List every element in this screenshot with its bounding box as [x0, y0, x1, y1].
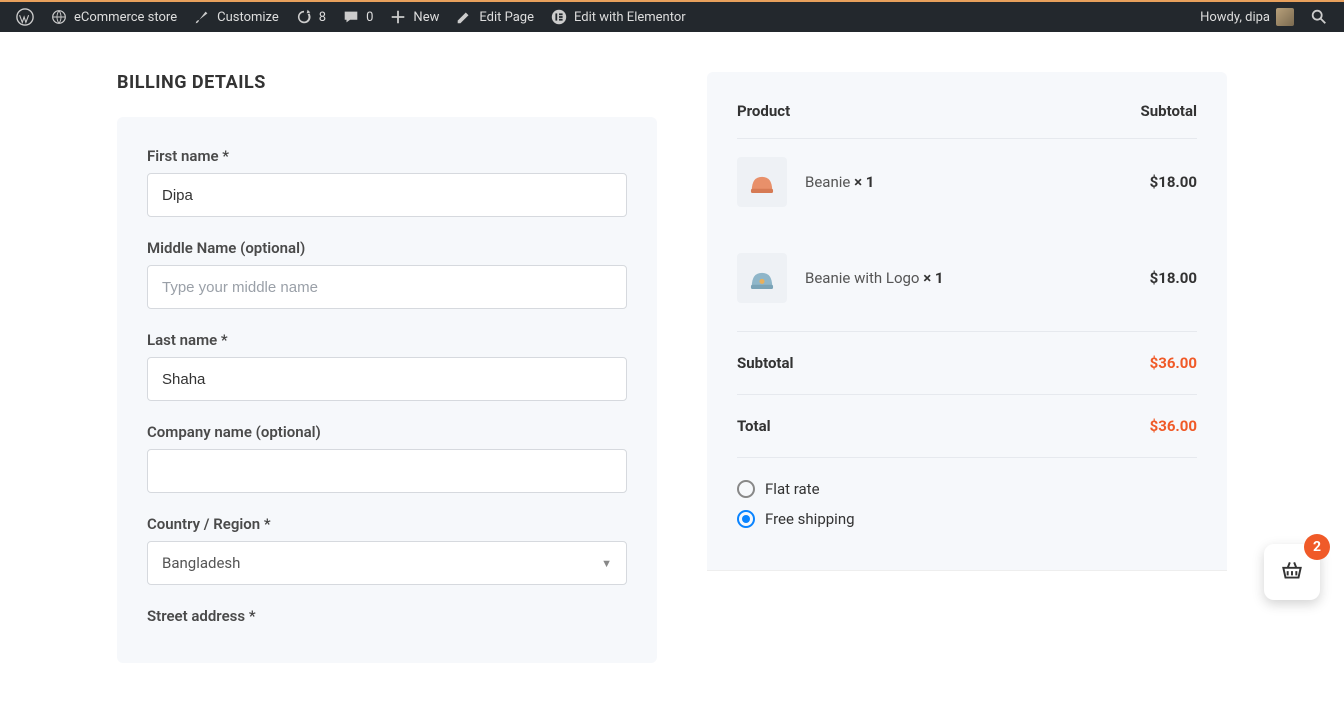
new-link[interactable]: New	[381, 1, 447, 33]
first-name-input[interactable]	[147, 173, 627, 217]
billing-title: BILLING DETAILS	[117, 72, 657, 93]
total-value: $36.00	[1150, 417, 1197, 435]
country-value: Bangladesh	[162, 554, 240, 572]
basket-icon	[1279, 557, 1305, 587]
site-name-text: eCommerce store	[74, 10, 177, 25]
avatar-icon	[1276, 8, 1294, 26]
user-greeting[interactable]: Howdy, dipa	[1192, 1, 1302, 33]
shipping-options: Flat rate Free shipping	[737, 457, 1197, 528]
product-thumb	[737, 157, 787, 207]
subtotal-value: $36.00	[1150, 354, 1197, 372]
middle-name-input[interactable]	[147, 265, 627, 309]
search-icon	[1310, 8, 1328, 26]
field-last-name: Last name *	[147, 331, 627, 401]
wp-logo[interactable]	[8, 1, 42, 33]
customize-link[interactable]: Customize	[185, 1, 287, 33]
wp-admin-bar: eCommerce store Customize 8 0 New Edit P…	[0, 0, 1344, 32]
country-select[interactable]: Bangladesh ▼	[147, 541, 627, 585]
edit-page-link[interactable]: Edit Page	[447, 1, 542, 33]
country-label: Country / Region *	[147, 515, 627, 533]
greeting-text: Howdy, dipa	[1200, 10, 1270, 25]
comment-icon	[342, 8, 360, 26]
updates-link[interactable]: 8	[287, 1, 334, 33]
product-price: $18.00	[1150, 269, 1197, 287]
plus-icon	[389, 8, 407, 26]
updates-count: 8	[319, 10, 326, 25]
field-company: Company name (optional)	[147, 423, 627, 493]
floating-cart-button[interactable]: 2	[1264, 544, 1320, 600]
field-street: Street address *	[147, 607, 627, 625]
company-label: Company name (optional)	[147, 423, 627, 441]
order-header-row: Product Subtotal	[737, 102, 1197, 138]
new-text: New	[413, 10, 439, 25]
field-country: Country / Region * Bangladesh ▼	[147, 515, 627, 585]
field-first-name: First name *	[147, 147, 627, 217]
subtotal-label: Subtotal	[737, 354, 794, 372]
product-name: Beanie × 1	[805, 173, 874, 191]
total-line: Total $36.00	[737, 394, 1197, 457]
subtotal-line: Subtotal $36.00	[737, 331, 1197, 394]
shipping-flat-rate[interactable]: Flat rate	[737, 480, 1197, 498]
checkout-page: BILLING DETAILS First name * Middle Name…	[117, 32, 1227, 703]
edit-elementor-link[interactable]: Edit with Elementor	[542, 1, 694, 33]
first-name-label: First name *	[147, 147, 627, 165]
header-product: Product	[737, 102, 790, 120]
radio-selected-icon	[737, 510, 755, 528]
pencil-icon	[455, 8, 473, 26]
edit-elementor-text: Edit with Elementor	[574, 10, 686, 25]
search-toggle[interactable]	[1302, 1, 1336, 33]
product-left: Beanie with Logo × 1	[737, 253, 944, 303]
site-name-link[interactable]: eCommerce store	[42, 1, 185, 33]
admin-bar-left: eCommerce store Customize 8 0 New Edit P…	[8, 1, 694, 33]
billing-form: First name * Middle Name (optional) Last…	[117, 117, 657, 663]
last-name-input[interactable]	[147, 357, 627, 401]
product-thumb	[737, 253, 787, 303]
header-subtotal: Subtotal	[1141, 102, 1198, 120]
radio-icon	[737, 480, 755, 498]
order-item-row: Beanie × 1 $18.00	[737, 138, 1197, 225]
order-item-row: Beanie with Logo × 1 $18.00	[737, 225, 1197, 331]
free-shipping-label: Free shipping	[765, 510, 855, 528]
shipping-free[interactable]: Free shipping	[737, 510, 1197, 528]
company-input[interactable]	[147, 449, 627, 493]
field-middle-name: Middle Name (optional)	[147, 239, 627, 309]
admin-bar-right: Howdy, dipa	[1192, 1, 1336, 33]
product-name: Beanie with Logo × 1	[805, 269, 944, 287]
update-icon	[295, 8, 313, 26]
elementor-icon	[550, 8, 568, 26]
total-label: Total	[737, 417, 771, 435]
product-price: $18.00	[1150, 173, 1197, 191]
wordpress-icon	[16, 8, 34, 26]
customize-text: Customize	[217, 10, 279, 25]
last-name-label: Last name *	[147, 331, 627, 349]
middle-name-label: Middle Name (optional)	[147, 239, 627, 257]
comments-count: 0	[366, 10, 373, 25]
product-left: Beanie × 1	[737, 157, 874, 207]
home-icon	[50, 8, 68, 26]
brush-icon	[193, 8, 211, 26]
billing-column: BILLING DETAILS First name * Middle Name…	[117, 72, 657, 663]
order-summary: Product Subtotal Beanie × 1 $18.00 Beani…	[707, 72, 1227, 571]
chevron-down-icon: ▼	[601, 557, 612, 570]
street-label: Street address *	[147, 607, 627, 625]
comments-link[interactable]: 0	[334, 1, 381, 33]
flat-rate-label: Flat rate	[765, 480, 820, 498]
cart-count-badge: 2	[1304, 534, 1330, 560]
edit-page-text: Edit Page	[479, 10, 534, 25]
